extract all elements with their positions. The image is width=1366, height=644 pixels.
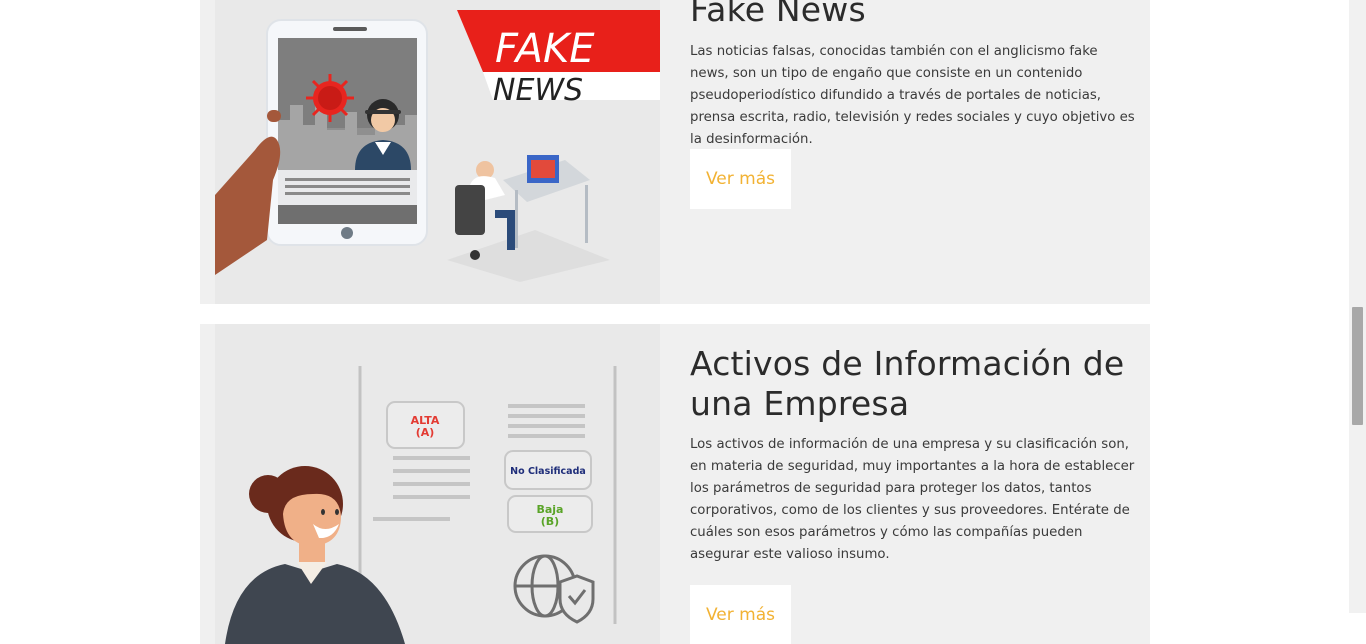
banner-news-text: NEWS (493, 73, 583, 108)
ver-mas-button[interactable]: Ver más (690, 149, 791, 209)
tag-alta-code: (A) (416, 426, 435, 439)
ver-mas-button[interactable]: Ver más (690, 585, 791, 644)
card-title: Fake News (690, 0, 866, 29)
card-title: Activos de Información de una Empresa (690, 344, 1125, 423)
article-card-fake-news: FAKE NEWS Fake News Las noticias falsas,… (200, 0, 1150, 304)
activos-illustration: ALTA (A) No Clasificada Baja (B) (215, 324, 660, 644)
card-description: Los activos de información de una empres… (690, 437, 1135, 562)
card-description: Las noticias falsas, conocidas también c… (690, 44, 1135, 147)
banner-fake-text: FAKE (495, 26, 595, 72)
fake-news-illustration: FAKE NEWS (215, 0, 660, 304)
tag-baja-code: (B) (541, 515, 559, 528)
article-card-activos-informacion: ALTA (A) No Clasificada Baja (B) Activos… (200, 324, 1150, 644)
vertical-scrollbar[interactable] (1349, 0, 1366, 613)
tag-no-clasificada: No Clasificada (510, 466, 586, 477)
scrollbar-thumb[interactable] (1352, 307, 1363, 425)
